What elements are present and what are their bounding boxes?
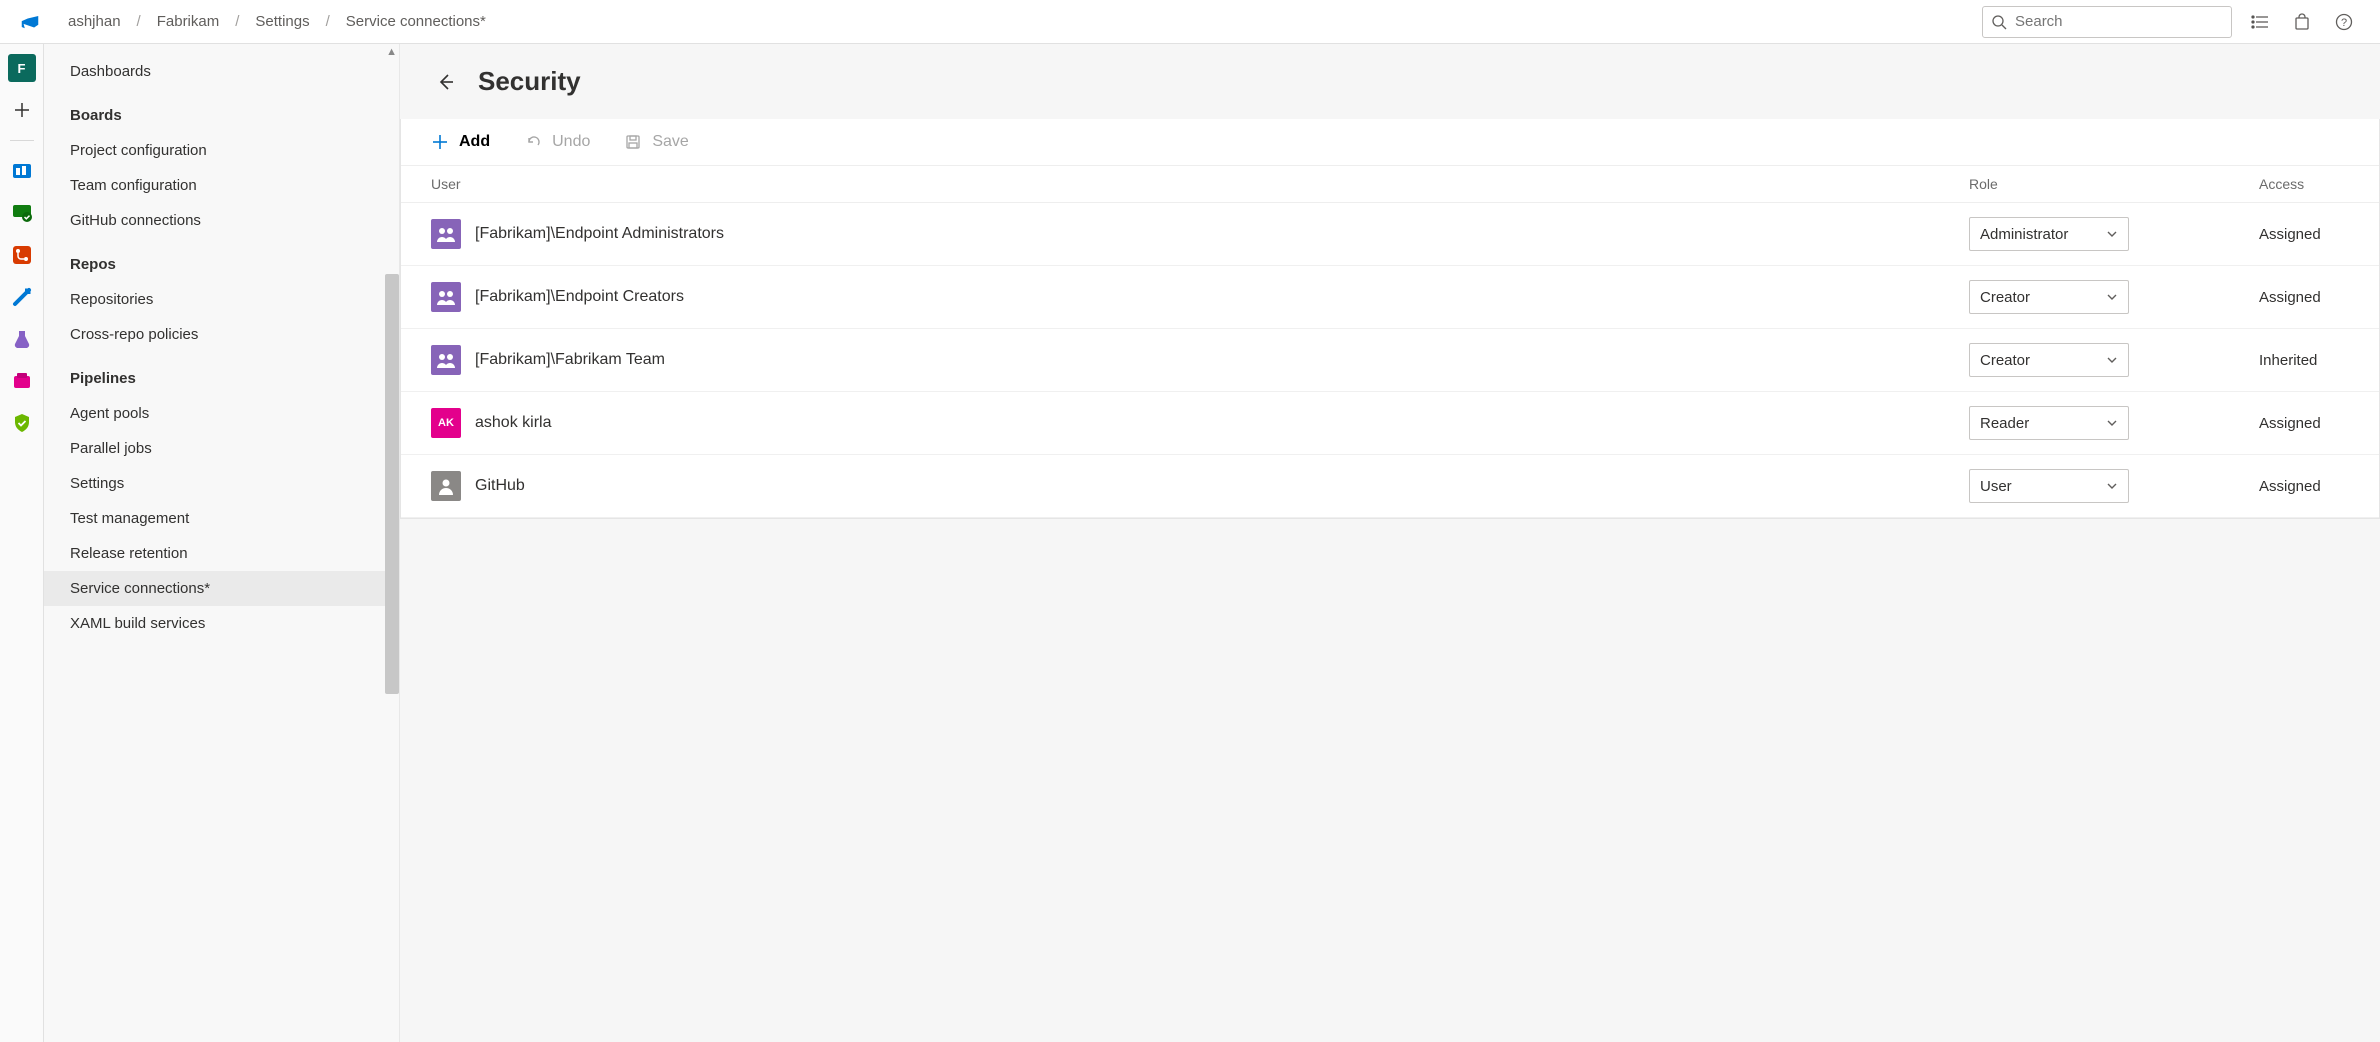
nav-header: Pipelines	[44, 352, 399, 396]
table-row[interactable]: [Fabrikam]\Endpoint Creators Creator Assig…	[401, 266, 2379, 329]
chevron-down-icon	[2106, 228, 2118, 240]
new-icon[interactable]	[8, 96, 36, 124]
page-title: Security	[478, 66, 581, 97]
table-row[interactable]: [Fabrikam]\Fabrikam Team Creator Inherited	[401, 329, 2379, 392]
rail-overview-icon[interactable]	[8, 157, 36, 185]
access-value: Assigned	[2259, 478, 2349, 495]
undo-button: Undo	[524, 133, 590, 151]
role-value: Creator	[1980, 289, 2030, 306]
nav-item[interactable]: Release retention	[44, 536, 399, 571]
breadcrumb: ashjhan / Fabrikam / Settings / Service connec…	[66, 9, 488, 34]
nav-item[interactable]: Dashboards	[44, 54, 399, 89]
table-row[interactable]: [Fabrikam]\Endpoint Administrators Admini…	[401, 203, 2379, 266]
rail-boards-icon[interactable]	[8, 199, 36, 227]
chevron-down-icon	[2106, 354, 2118, 366]
nav-item[interactable]: Settings	[44, 466, 399, 501]
breadcrumb-item[interactable]: Settings	[253, 9, 311, 34]
nav-item[interactable]: Test management	[44, 501, 399, 536]
rail-testplans-icon[interactable]	[8, 325, 36, 353]
role-select[interactable]: User	[1969, 469, 2129, 503]
role-select[interactable]: Reader	[1969, 406, 2129, 440]
access-value: Assigned	[2259, 226, 2349, 243]
breadcrumb-separator: /	[318, 13, 338, 30]
col-access: Access	[2259, 176, 2349, 192]
back-button[interactable]	[434, 70, 458, 94]
topbar: ashjhan / Fabrikam / Settings / Service connec…	[0, 0, 2380, 44]
breadcrumb-item[interactable]: Fabrikam	[155, 9, 222, 34]
settings-sidebar: ▲ DashboardsBoardsProject configurationT…	[44, 44, 400, 1042]
breadcrumb-item[interactable]: Service connections*	[344, 9, 488, 34]
nav-item[interactable]: XAML build services	[44, 606, 399, 641]
avatar	[431, 219, 461, 249]
nav-item[interactable]: Repositories	[44, 282, 399, 317]
nav-item[interactable]: Parallel jobs	[44, 431, 399, 466]
rail-artifacts-icon[interactable]	[8, 367, 36, 395]
breadcrumb-separator: /	[227, 13, 247, 30]
search-input[interactable]	[1982, 6, 2232, 38]
nav-item[interactable]: Team configuration	[44, 168, 399, 203]
role-value: Administrator	[1980, 226, 2068, 243]
scroll-up-icon[interactable]: ▲	[386, 46, 397, 58]
user-label: [Fabrikam]\Fabrikam Team	[475, 351, 665, 369]
col-role: Role	[1969, 176, 2259, 192]
access-value: Inherited	[2259, 352, 2349, 369]
search-icon	[1991, 14, 2007, 30]
role-value: User	[1980, 478, 2012, 495]
left-icon-rail: F	[0, 44, 44, 1042]
col-user: User	[431, 176, 1969, 192]
plus-icon	[431, 133, 449, 151]
role-select[interactable]: Creator	[1969, 280, 2129, 314]
azure-devops-logo[interactable]	[16, 8, 44, 36]
role-select[interactable]: Administrator	[1969, 217, 2129, 251]
user-label: [Fabrikam]\Endpoint Creators	[475, 288, 684, 306]
role-value: Creator	[1980, 352, 2030, 369]
table-row[interactable]: GitHub User Assigned	[401, 455, 2379, 518]
list-icon[interactable]	[2250, 12, 2270, 32]
avatar	[431, 471, 461, 501]
rail-pipelines-icon[interactable]	[8, 283, 36, 311]
breadcrumb-item[interactable]: ashjhan	[66, 9, 123, 34]
chevron-down-icon	[2106, 417, 2118, 429]
svg-text:?: ?	[2341, 17, 2347, 29]
chevron-down-icon	[2106, 480, 2118, 492]
rail-security-icon[interactable]	[8, 409, 36, 437]
project-badge[interactable]: F	[8, 54, 36, 82]
add-button[interactable]: Add	[431, 133, 490, 151]
add-label: Add	[459, 133, 490, 151]
role-select[interactable]: Creator	[1969, 343, 2129, 377]
user-label: [Fabrikam]\Endpoint Administrators	[475, 225, 724, 243]
scrollbar-thumb[interactable]	[385, 274, 399, 694]
save-label: Save	[652, 133, 688, 151]
marketplace-icon[interactable]	[2292, 12, 2312, 32]
avatar: AK	[431, 408, 461, 438]
nav-header: Boards	[44, 89, 399, 133]
toolbar: Add Undo Save	[401, 119, 2379, 166]
save-icon	[624, 133, 642, 151]
undo-label: Undo	[552, 133, 590, 151]
table-row[interactable]: AK ashok kirla Reader Assigned	[401, 392, 2379, 455]
avatar	[431, 282, 461, 312]
undo-icon	[524, 133, 542, 151]
access-value: Assigned	[2259, 289, 2349, 306]
help-icon[interactable]: ?	[2334, 12, 2354, 32]
nav-header: Repos	[44, 238, 399, 282]
user-label: ashok kirla	[475, 414, 551, 432]
chevron-down-icon	[2106, 291, 2118, 303]
role-value: Reader	[1980, 415, 2029, 432]
nav-item[interactable]: Service connections*	[44, 571, 399, 606]
user-label: GitHub	[475, 477, 525, 495]
rail-repos-icon[interactable]	[8, 241, 36, 269]
access-value: Assigned	[2259, 415, 2349, 432]
nav-item[interactable]: Project configuration	[44, 133, 399, 168]
search-field[interactable]	[2015, 13, 2223, 30]
nav-item[interactable]: Cross-repo policies	[44, 317, 399, 352]
main-content: Security Add Undo	[400, 44, 2380, 1042]
avatar	[431, 345, 461, 375]
breadcrumb-separator: /	[129, 13, 149, 30]
table-header: User Role Access	[401, 166, 2379, 203]
save-button: Save	[624, 133, 688, 151]
nav-item[interactable]: Agent pools	[44, 396, 399, 431]
nav-item[interactable]: GitHub connections	[44, 203, 399, 238]
